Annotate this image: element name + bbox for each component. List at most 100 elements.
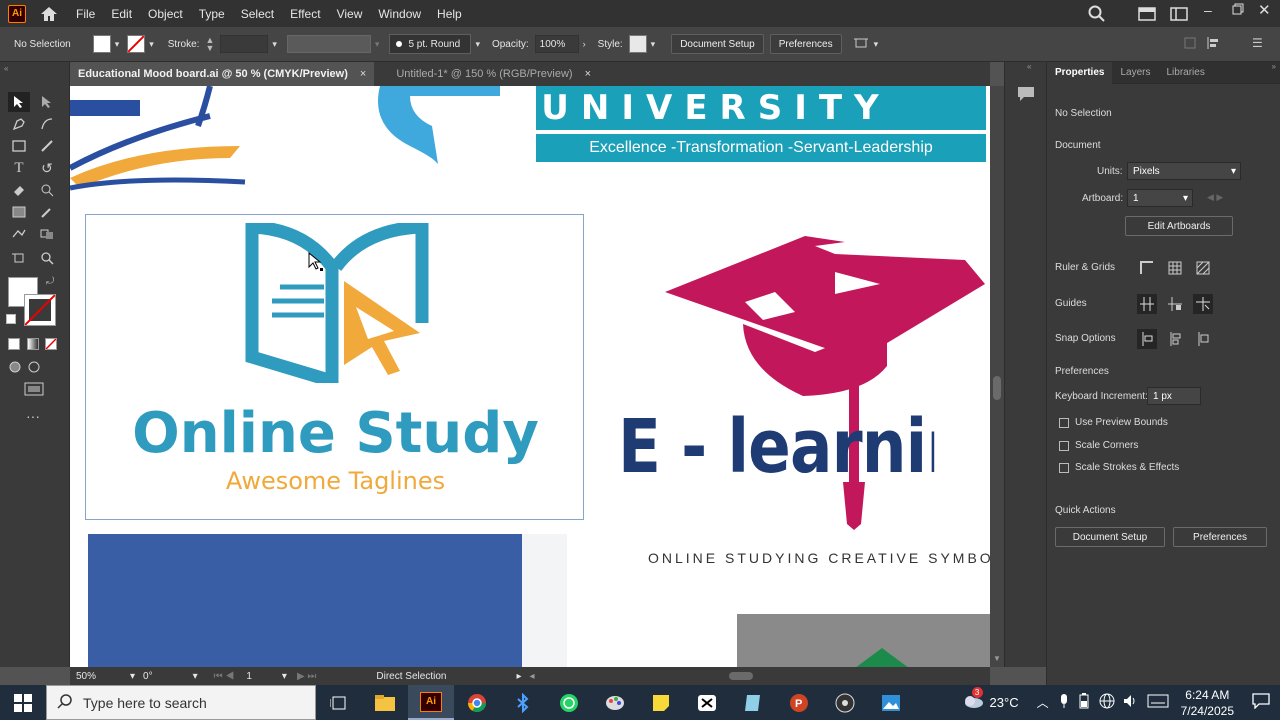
stroke-stepper[interactable]: ▲ ▼ [205,36,214,53]
battery-icon[interactable] [1079,693,1089,712]
grid-icon[interactable] [1165,258,1185,278]
close-icon[interactable]: × [360,68,366,80]
selection-tool-icon[interactable] [8,92,30,112]
capcut-icon[interactable] [684,685,730,720]
file-explorer-icon[interactable] [362,685,408,720]
scroll-thumb[interactable] [993,376,1001,400]
obs-icon[interactable] [822,685,868,720]
university-banner[interactable]: UNIVERSITY [536,86,986,130]
paint-icon[interactable] [592,685,638,720]
collapse-arrows-icon[interactable]: « [1027,62,1031,71]
artboard-number[interactable]: 1 [246,671,252,682]
microphone-icon[interactable] [1059,693,1069,712]
notes-app-icon[interactable] [730,685,776,720]
chrome-icon[interactable] [454,685,500,720]
restore-icon[interactable] [1232,3,1244,18]
chevron-right-icon[interactable]: › [583,39,586,49]
windows-start-icon[interactable] [0,685,46,720]
document-setup-button[interactable]: Document Setup [1055,527,1165,547]
stroke-swatch[interactable] [127,35,146,53]
rectangle-tool-icon[interactable] [8,136,30,156]
edit-artboards-button[interactable]: Edit Artboards [1125,216,1233,236]
swap-colors-icon[interactable]: ⤾ [46,276,54,287]
tab-untitled-1[interactable]: Untitled-1* @ 150 % (RGB/Preview) × [388,62,599,86]
chevron-down-icon[interactable]: ▾ [282,671,287,682]
photos-icon[interactable] [868,685,914,720]
tab-layers[interactable]: Layers [1112,62,1158,84]
direct-selection-tool-icon[interactable] [36,92,58,112]
rotation-value[interactable]: 0° [143,671,153,682]
weather-icon[interactable]: 3 [962,687,984,712]
panel-menu-icon[interactable]: ☰ [1252,36,1263,50]
online-study-logo[interactable]: Online Study Awesome Taglines [85,214,584,520]
chevron-down-icon[interactable]: ▾ [115,39,120,50]
arrange-documents-icon[interactable] [1138,7,1156,24]
use-preview-bounds-checkbox[interactable]: Use Preview Bounds [1059,417,1168,428]
color-mode-icon[interactable] [8,338,20,350]
tab-educational-mood-board[interactable]: Educational Mood board.ai @ 50 % (CMYK/P… [70,62,375,86]
taskbar-search[interactable]: Type here to search [46,685,316,720]
screen-mode-icon[interactable] [24,382,44,399]
smart-guides-icon[interactable] [1193,294,1213,314]
chevron-down-icon[interactable]: ▾ [193,671,198,682]
puppet-warp-tool-icon[interactable] [36,180,58,200]
scroll-left-icon[interactable]: ◂ [529,671,534,682]
transform-icon[interactable] [853,36,870,53]
minimize-icon[interactable]: – [1204,2,1212,18]
snap-to-glyph-icon[interactable] [1193,329,1213,349]
menu-edit[interactable]: Edit [103,7,140,21]
network-globe-icon[interactable] [1099,693,1115,712]
university-tagline-bar[interactable]: Excellence -Transformation -Servant-Lead… [536,134,986,162]
chevron-down-icon[interactable]: ▾ [375,39,380,50]
chevron-down-icon[interactable]: ▾ [149,39,154,50]
keyboard-icon[interactable] [1147,694,1169,711]
blend-tool-icon[interactable] [8,224,30,244]
style-swatch[interactable] [628,35,647,53]
chevron-down-icon[interactable]: ▾ [272,39,277,50]
bluetooth-icon[interactable] [500,685,546,720]
status-menu-icon[interactable]: ▸ [516,671,521,682]
scroll-down-icon[interactable]: ▼ [993,654,1001,663]
stroke-weight-input[interactable] [220,35,269,53]
book-logo-partial[interactable] [70,86,250,196]
menu-object[interactable]: Object [140,7,191,21]
menu-window[interactable]: Window [370,7,429,21]
align-icon[interactable] [1184,37,1196,52]
home-icon[interactable] [38,5,60,23]
scale-strokes-checkbox[interactable]: Scale Strokes & Effects [1059,462,1179,473]
keyboard-increment-input[interactable]: 1 px [1147,387,1201,405]
gradient-tool-icon[interactable] [8,202,30,222]
distribute-icon[interactable] [1206,36,1222,53]
chevron-down-icon[interactable]: ▾ [130,671,135,682]
sticky-notes-icon[interactable] [638,685,684,720]
more-tools-icon[interactable]: ··· [26,408,40,424]
whatsapp-icon[interactable] [546,685,592,720]
comments-icon[interactable] [1017,86,1035,105]
collapse-arrows-icon[interactable]: « [4,64,8,73]
units-dropdown[interactable]: Pixels ▾ [1127,162,1241,180]
vertical-scrollbar[interactable]: ▼ [990,86,1004,667]
artboard-canvas[interactable]: UNIVERSITY Excellence -Transformation -S… [70,86,990,667]
chevron-down-icon[interactable]: ▾ [475,39,480,50]
menu-select[interactable]: Select [233,7,282,21]
opacity-input[interactable]: 100% [534,35,579,53]
notifications-icon[interactable] [1252,693,1270,712]
last-artboard-icon[interactable]: ▶ ⏭ [297,671,316,682]
collapse-arrows-icon[interactable]: » [1272,62,1276,71]
task-view-icon[interactable] [316,685,362,720]
variable-width-profile[interactable] [286,35,371,53]
snap-to-pixel-icon[interactable] [1165,329,1185,349]
menu-help[interactable]: Help [429,7,470,21]
powerpoint-icon[interactable]: P [776,685,822,720]
gray-block[interactable] [737,614,990,667]
default-colors-icon[interactable] [6,314,16,324]
workspace-icon[interactable] [1170,7,1188,24]
show-guides-icon[interactable] [1137,294,1157,314]
paintbrush-tool-icon[interactable] [36,136,58,156]
brush-definition[interactable]: 5 pt. Round [389,34,472,54]
clock[interactable]: 6:24 AM 7/24/2025 [1181,687,1234,719]
chevron-down-icon[interactable]: ▾ [874,39,879,50]
chevron-down-icon[interactable]: ▾ [651,39,656,50]
draw-mode-icon[interactable] [8,360,22,377]
shape-builder-tool-icon[interactable] [36,224,58,244]
